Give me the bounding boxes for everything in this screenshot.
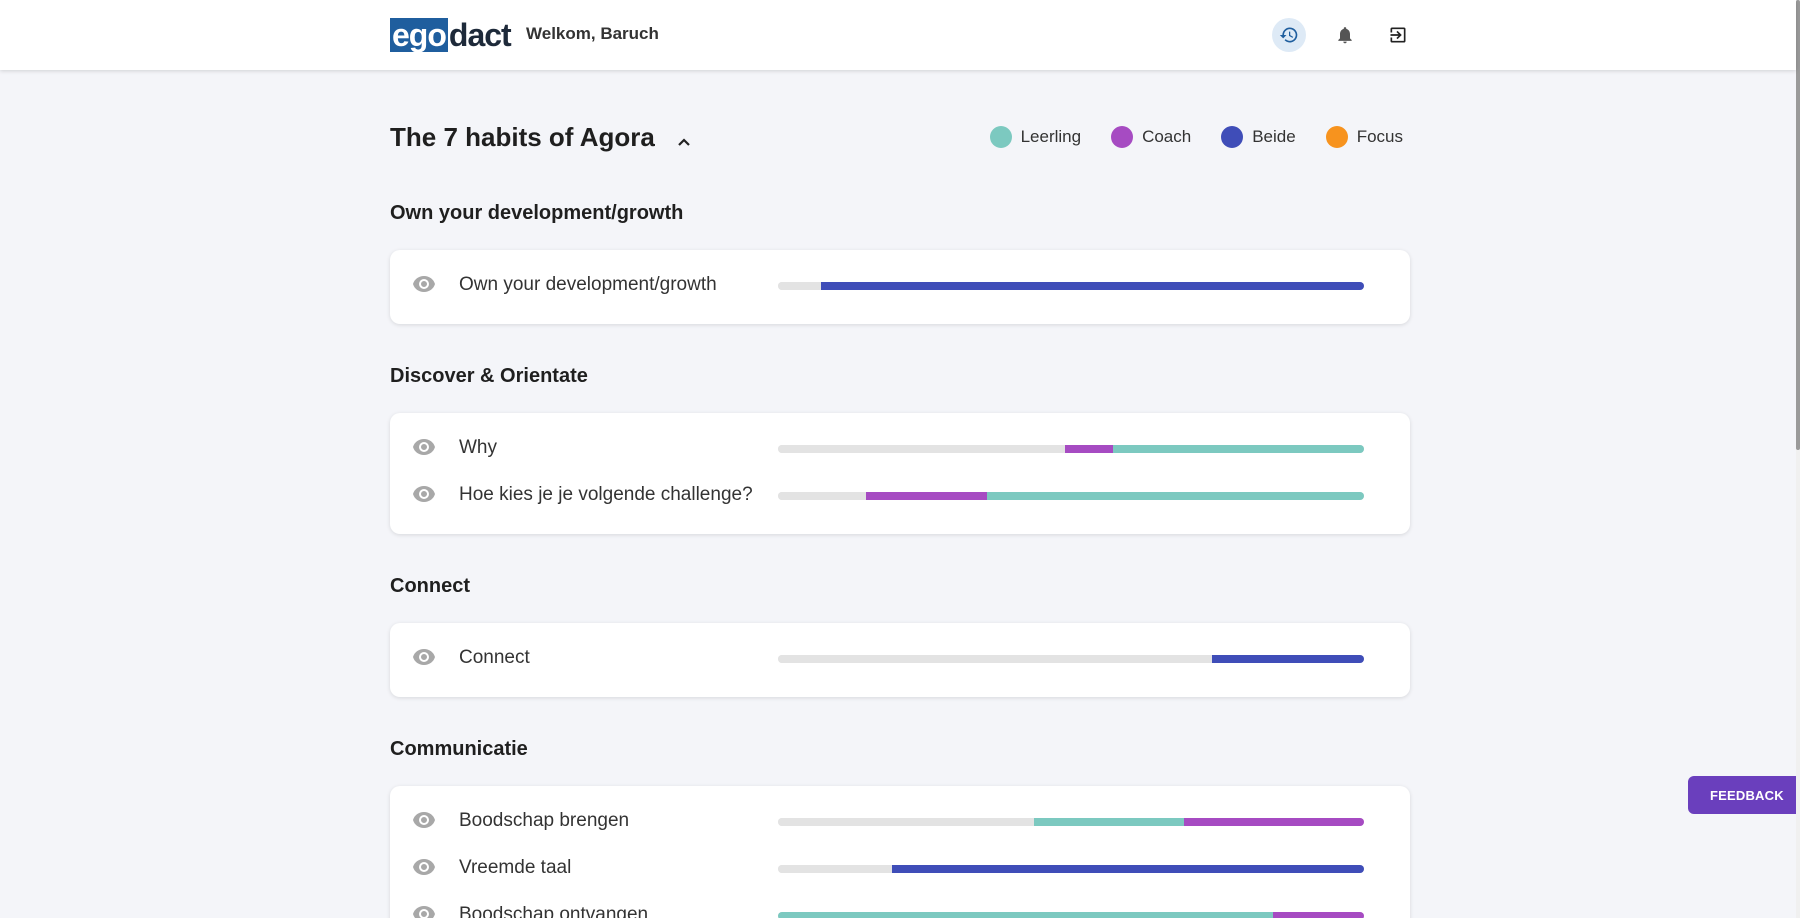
competence-label[interactable]: Boodschap brengen	[459, 810, 629, 832]
progress-bar	[778, 818, 1364, 826]
legend-dot	[1325, 126, 1348, 148]
progress-bar	[778, 492, 1364, 500]
competence-row[interactable]: Hoe kies je je volgende challenge?	[390, 480, 1410, 510]
history-icon[interactable]	[1272, 18, 1306, 52]
eye-icon[interactable]	[412, 858, 436, 878]
legend-dot	[989, 126, 1012, 148]
eye-icon[interactable]	[412, 811, 436, 831]
progress-segment-beide	[892, 865, 1364, 873]
progress-segment-empty	[778, 818, 1035, 826]
competence-row[interactable]: Boodschap brengen	[390, 806, 1410, 836]
section-card: Own your development/growth	[390, 250, 1410, 324]
competence-label[interactable]: Boodschap ontvangen	[459, 904, 648, 918]
legend: Leerling Coach Beide Focus	[989, 126, 1403, 148]
legend-dot	[1111, 126, 1134, 148]
legend-item-leerling: Leerling	[989, 126, 1082, 148]
progress-segment-empty	[778, 492, 866, 500]
legend-item-focus: Focus	[1325, 126, 1403, 148]
progress-segment-beide	[821, 282, 1364, 290]
progress-segment-leerling	[778, 912, 1274, 918]
competence-label[interactable]: Connect	[459, 647, 530, 669]
eye-icon[interactable]	[412, 275, 436, 295]
section-card: Why Hoe kies je je volgende challenge?	[390, 413, 1410, 534]
progress-segment-leerling	[1113, 445, 1364, 453]
feedback-button[interactable]: FEEDBACK	[1688, 776, 1800, 814]
competence-label[interactable]: Why	[459, 437, 497, 459]
progress-segment-leerling	[986, 492, 1364, 500]
progress-segment-beide	[1211, 655, 1364, 663]
progress-segment-coach	[1065, 445, 1114, 453]
progress-segment-coach	[1273, 912, 1364, 918]
eye-icon[interactable]	[412, 485, 436, 505]
competence-row[interactable]: Boodschap ontvangen	[390, 900, 1410, 918]
history-icon-svg	[1279, 27, 1298, 43]
legend-label: Beide	[1252, 127, 1296, 146]
legend-label: Focus	[1356, 127, 1403, 146]
competence-row[interactable]: Connect	[390, 643, 1410, 673]
chevron-up-icon	[678, 138, 690, 146]
bell-icon[interactable]	[1328, 18, 1362, 52]
legend-dot	[1221, 126, 1244, 148]
scrollbar[interactable]	[1796, 0, 1800, 918]
logo-ego-text: ego	[390, 17, 448, 53]
competence-row[interactable]: Vreemde taal	[390, 853, 1410, 883]
collapse-chevron-up-icon[interactable]	[672, 130, 696, 154]
top-navigation-bar: ego dact Welkom, Baruch	[0, 0, 1796, 70]
legend-item-coach: Coach	[1111, 126, 1191, 148]
bell-icon-svg	[1338, 27, 1352, 44]
competence-label[interactable]: Own your development/growth	[459, 274, 717, 296]
section-card: Connect	[390, 623, 1410, 697]
eye-icon[interactable]	[412, 905, 436, 918]
progress-bar	[778, 865, 1364, 873]
progress-bar	[778, 445, 1364, 453]
section-title: Own your development/growth	[390, 202, 684, 224]
progress-segment-empty	[778, 445, 1066, 453]
section-title: Connect	[390, 575, 470, 597]
legend-label: Leerling	[1020, 127, 1082, 146]
legend-item-beide: Beide	[1221, 126, 1296, 148]
progress-segment-empty	[778, 655, 1212, 663]
scrollbar-thumb[interactable]	[1796, 0, 1800, 450]
progress-bar	[778, 282, 1364, 290]
eye-icon[interactable]	[412, 648, 436, 668]
progress-bar	[778, 912, 1364, 918]
welcome-message: Welkom, Baruch	[526, 24, 659, 43]
eye-icon[interactable]	[412, 438, 436, 458]
competence-row[interactable]: Why	[390, 433, 1410, 463]
egodact-logo[interactable]: ego dact	[390, 17, 512, 53]
competence-label[interactable]: Hoe kies je je volgende challenge?	[459, 484, 753, 506]
progress-segment-coach	[1184, 818, 1364, 826]
logout-icon[interactable]	[1381, 18, 1415, 52]
progress-segment-empty	[778, 865, 893, 873]
competence-label[interactable]: Vreemde taal	[459, 857, 571, 879]
logout-icon-svg	[1390, 27, 1406, 43]
section-title: Discover & Orientate	[390, 365, 588, 387]
section-title: Communicatie	[390, 738, 528, 760]
goal-title: The 7 habits of Agora	[390, 122, 655, 152]
competence-row[interactable]: Own your development/growth	[390, 270, 1410, 300]
progress-bar	[778, 655, 1364, 663]
progress-segment-leerling	[1034, 818, 1185, 826]
logo-dact-text: dact	[448, 17, 512, 53]
progress-segment-empty	[778, 282, 822, 290]
progress-segment-coach	[865, 492, 987, 500]
legend-label: Coach	[1142, 127, 1192, 146]
section-card: Boodschap brengen Vreemde taal Boodschap o…	[390, 786, 1410, 918]
